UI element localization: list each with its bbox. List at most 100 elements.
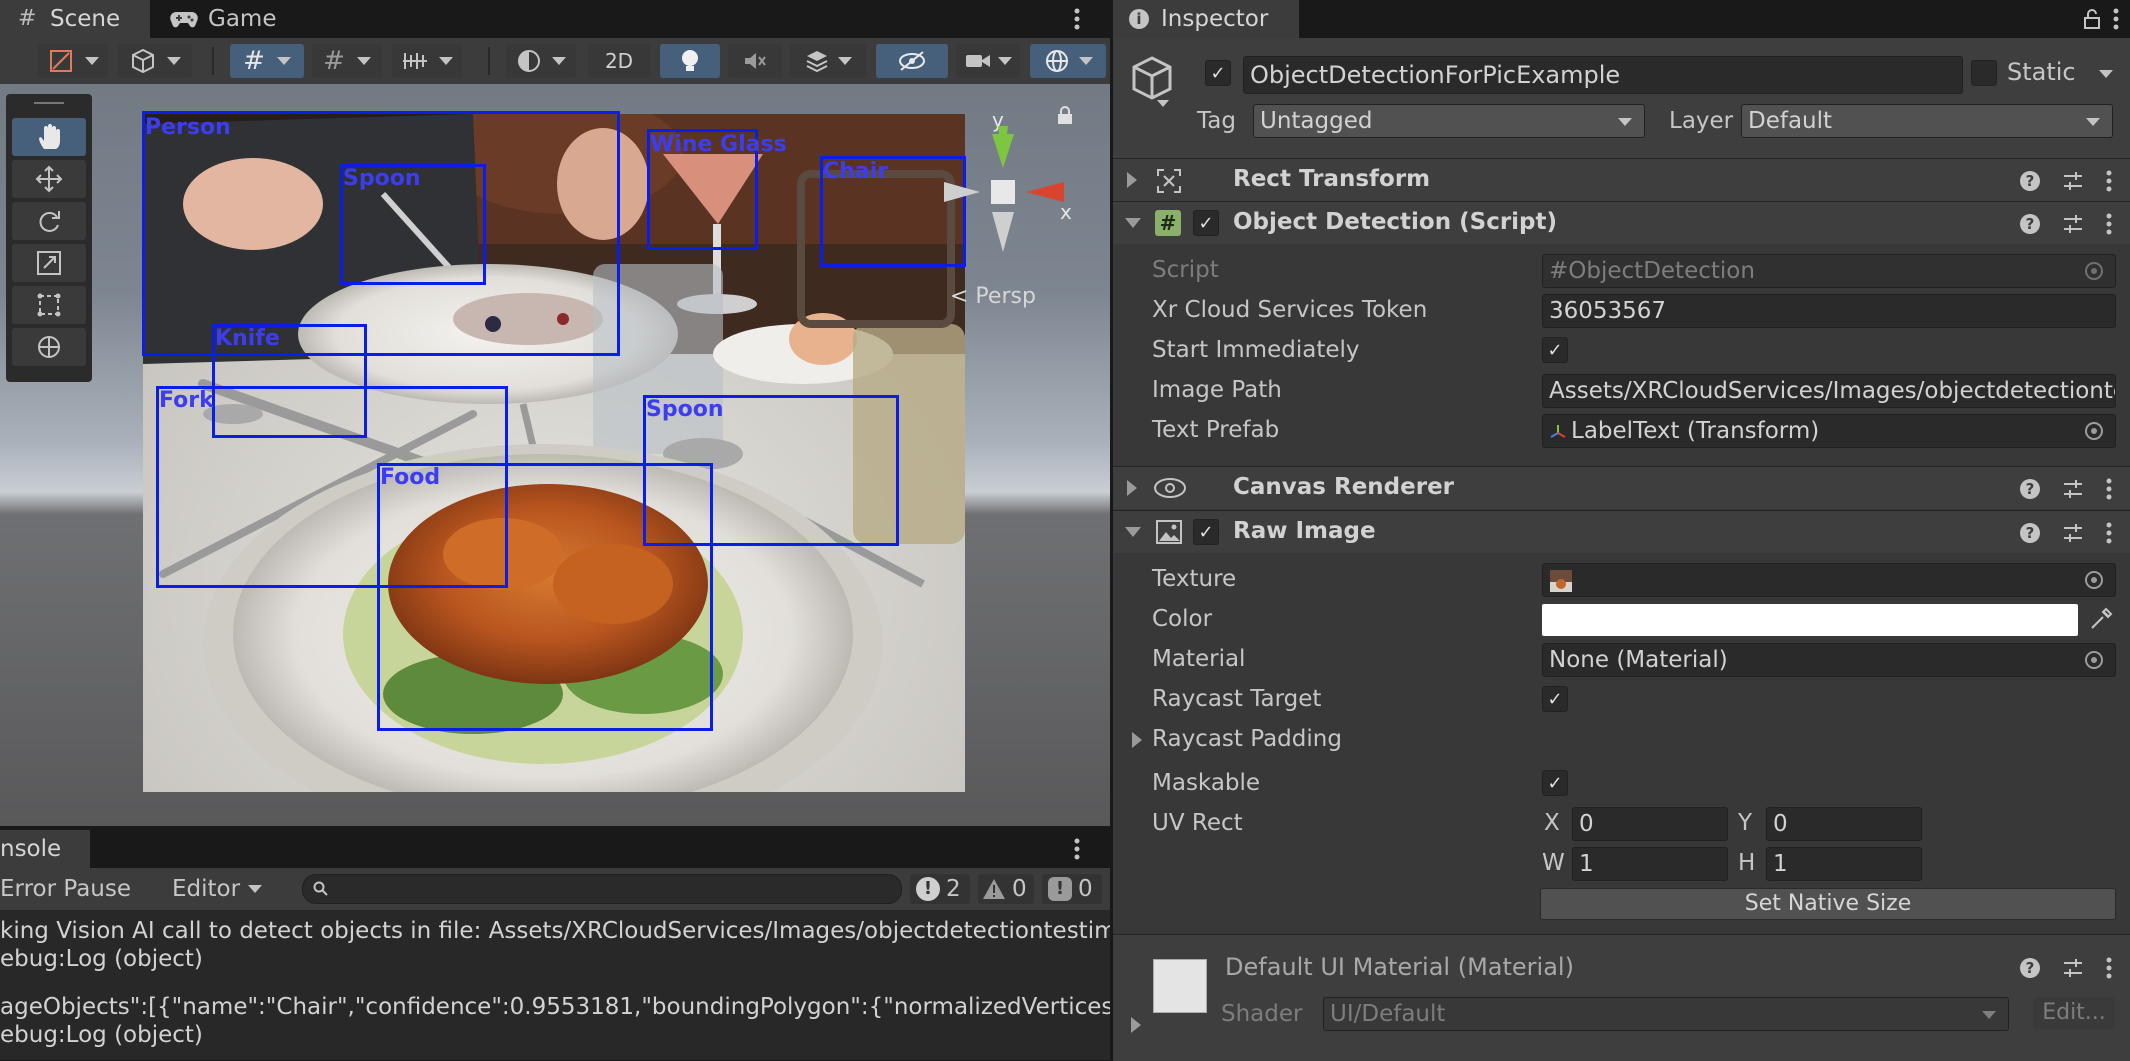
help-icon[interactable]: ? — [2020, 523, 2040, 543]
global-tool-button[interactable] — [118, 44, 192, 78]
mode-2d-button[interactable]: 2D — [588, 44, 650, 78]
chevron-down-icon[interactable] — [2099, 70, 2113, 78]
help-icon[interactable]: ? — [2020, 214, 2040, 234]
console-more-icon[interactable] — [1074, 838, 1080, 860]
object-picker-icon[interactable] — [2085, 571, 2103, 589]
audio-toggle-button[interactable] — [728, 44, 782, 78]
move-tool-button[interactable] — [12, 160, 86, 198]
scene-camera-button[interactable] — [956, 44, 1020, 78]
object-picker-icon[interactable] — [2085, 422, 2103, 440]
token-field[interactable]: 36053567 — [1542, 294, 2116, 328]
ruler-button[interactable] — [392, 44, 462, 78]
object-picker-icon[interactable] — [2085, 651, 2103, 669]
tab-game[interactable]: Game — [160, 0, 300, 38]
material-preview-swatch — [1153, 959, 1207, 1013]
presets-icon[interactable] — [2062, 522, 2084, 544]
palette-grip[interactable] — [34, 102, 64, 104]
help-icon[interactable]: ? — [2020, 479, 2040, 499]
console-log-line[interactable]: ageObjects":[{"name":"Chair","confidence… — [0, 994, 1180, 1020]
console-log-line[interactable]: ebug:Log (object) — [0, 946, 203, 972]
component-menu-icon[interactable] — [2106, 213, 2112, 235]
uv-h-field[interactable]: 1 — [1766, 847, 1922, 881]
error-pause-button[interactable]: Error Pause — [0, 876, 131, 902]
orientation-gizmo[interactable]: y x < Persp — [930, 106, 1110, 346]
raycast-padding-label[interactable]: Raycast Padding — [1152, 726, 1342, 752]
snap-increment-button[interactable]: # — [312, 44, 382, 78]
lighting-toggle-button[interactable] — [660, 44, 720, 78]
help-icon[interactable]: ? — [2020, 958, 2040, 978]
component-menu-icon[interactable] — [2106, 522, 2112, 544]
snap-grid-icon: # — [323, 46, 345, 76]
console-log-line[interactable]: ebug:Log (object) — [0, 1022, 203, 1048]
object-detection-enabled-checkbox[interactable]: ✓ — [1193, 210, 1219, 236]
eyedropper-icon[interactable] — [2088, 606, 2114, 632]
gizmos-button[interactable] — [1030, 44, 1106, 78]
set-native-size-button[interactable]: Set Native Size — [1540, 888, 2116, 920]
rect-tool-button[interactable] — [12, 286, 86, 324]
component-menu-icon[interactable] — [2106, 957, 2112, 979]
image-path-field[interactable]: Assets/XRCloudServices/Images/objectdete… — [1542, 374, 2116, 408]
object-detection-header[interactable]: # ✓ Object Detection (Script) ? — [1113, 201, 2130, 244]
hand-tool-button[interactable] — [12, 118, 86, 156]
inspector-more-icon[interactable] — [2113, 8, 2119, 30]
warning-filter-toggle[interactable]: 0 — [978, 874, 1034, 904]
shading-mode-button[interactable] — [506, 44, 576, 78]
presets-icon[interactable] — [2062, 213, 2084, 235]
grid-snap-button[interactable]: # — [230, 44, 304, 78]
scene-visibility-button[interactable] — [876, 44, 948, 78]
tab-console[interactable]: nsole — [0, 830, 90, 868]
foldout-arrow-icon — [1127, 480, 1137, 496]
error-filter-toggle[interactable]: ! 0 — [1042, 874, 1102, 904]
console-search-field[interactable] — [302, 874, 902, 904]
component-menu-icon[interactable] — [2106, 478, 2112, 500]
uv-w-field[interactable]: 1 — [1572, 847, 1728, 881]
uv-y-field[interactable]: 0 — [1766, 807, 1922, 841]
transform-tool-button[interactable] — [12, 328, 86, 366]
tag-dropdown[interactable]: Untagged — [1253, 104, 1645, 138]
console-log-line[interactable]: king Vision AI call to detect objects in… — [0, 918, 1159, 944]
texture-field[interactable] — [1542, 563, 2116, 597]
maskable-checkbox[interactable]: ✓ — [1542, 770, 1568, 796]
gizmo-persp-label[interactable]: < Persp — [950, 284, 1036, 309]
effects-button[interactable] — [790, 44, 866, 78]
static-checkbox[interactable] — [1971, 60, 1997, 86]
object-active-checkbox[interactable]: ✓ — [1205, 60, 1231, 86]
canvas-renderer-header[interactable]: Canvas Renderer ? — [1113, 466, 2130, 509]
start-immediately-checkbox[interactable]: ✓ — [1542, 337, 1568, 363]
shader-edit-button[interactable]: Edit... — [2033, 997, 2115, 1029]
tab-console-label: nsole — [0, 836, 62, 862]
raw-image-header[interactable]: ✓ Raw Image ? — [1113, 510, 2130, 553]
scale-tool-button[interactable] — [12, 244, 86, 282]
object-name-field[interactable]: ObjectDetectionForPicExample — [1243, 56, 1963, 94]
lock-icon[interactable] — [1056, 106, 1074, 124]
icon-picker-caret[interactable] — [1157, 100, 1169, 107]
static-label: Static — [2007, 58, 2076, 86]
editor-dropdown[interactable]: Editor — [172, 874, 263, 904]
component-menu-icon[interactable] — [2106, 170, 2112, 192]
rect-transform-header[interactable]: Rect Transform ? — [1113, 158, 2130, 201]
foldout-arrow-icon[interactable] — [1131, 1017, 1141, 1033]
layer-dropdown[interactable]: Default — [1741, 104, 2113, 138]
scene-more-icon[interactable] — [1074, 8, 1080, 30]
foldout-arrow-icon[interactable] — [1132, 732, 1142, 748]
info-filter-toggle[interactable]: ! 2 — [910, 874, 970, 904]
camera-icon — [966, 55, 990, 67]
color-swatch[interactable] — [1542, 604, 2078, 636]
tab-scene[interactable]: # Scene — [0, 0, 150, 38]
uv-x-field[interactable]: 0 — [1572, 807, 1728, 841]
scene-view[interactable]: Person Spoon Wine Glass Chair Knife Fork… — [0, 84, 1110, 826]
material-field[interactable]: None (Material) — [1542, 643, 2116, 677]
presets-icon[interactable] — [2062, 478, 2084, 500]
lock-icon[interactable] — [2083, 9, 2101, 29]
shader-dropdown[interactable]: UI/Default — [1323, 997, 2009, 1031]
raw-image-enabled-checkbox[interactable]: ✓ — [1193, 519, 1219, 545]
tag-label: Tag — [1197, 108, 1236, 134]
tab-inspector[interactable]: i Inspector — [1113, 0, 1299, 38]
help-icon[interactable]: ? — [2020, 171, 2040, 191]
rotate-tool-button[interactable] — [12, 202, 86, 240]
presets-icon[interactable] — [2062, 170, 2084, 192]
pivot-tool-button[interactable] — [38, 44, 108, 78]
text-prefab-field[interactable]: LabelText (Transform) — [1542, 414, 2116, 448]
raycast-target-checkbox[interactable]: ✓ — [1542, 686, 1568, 712]
presets-icon[interactable] — [2062, 957, 2084, 979]
